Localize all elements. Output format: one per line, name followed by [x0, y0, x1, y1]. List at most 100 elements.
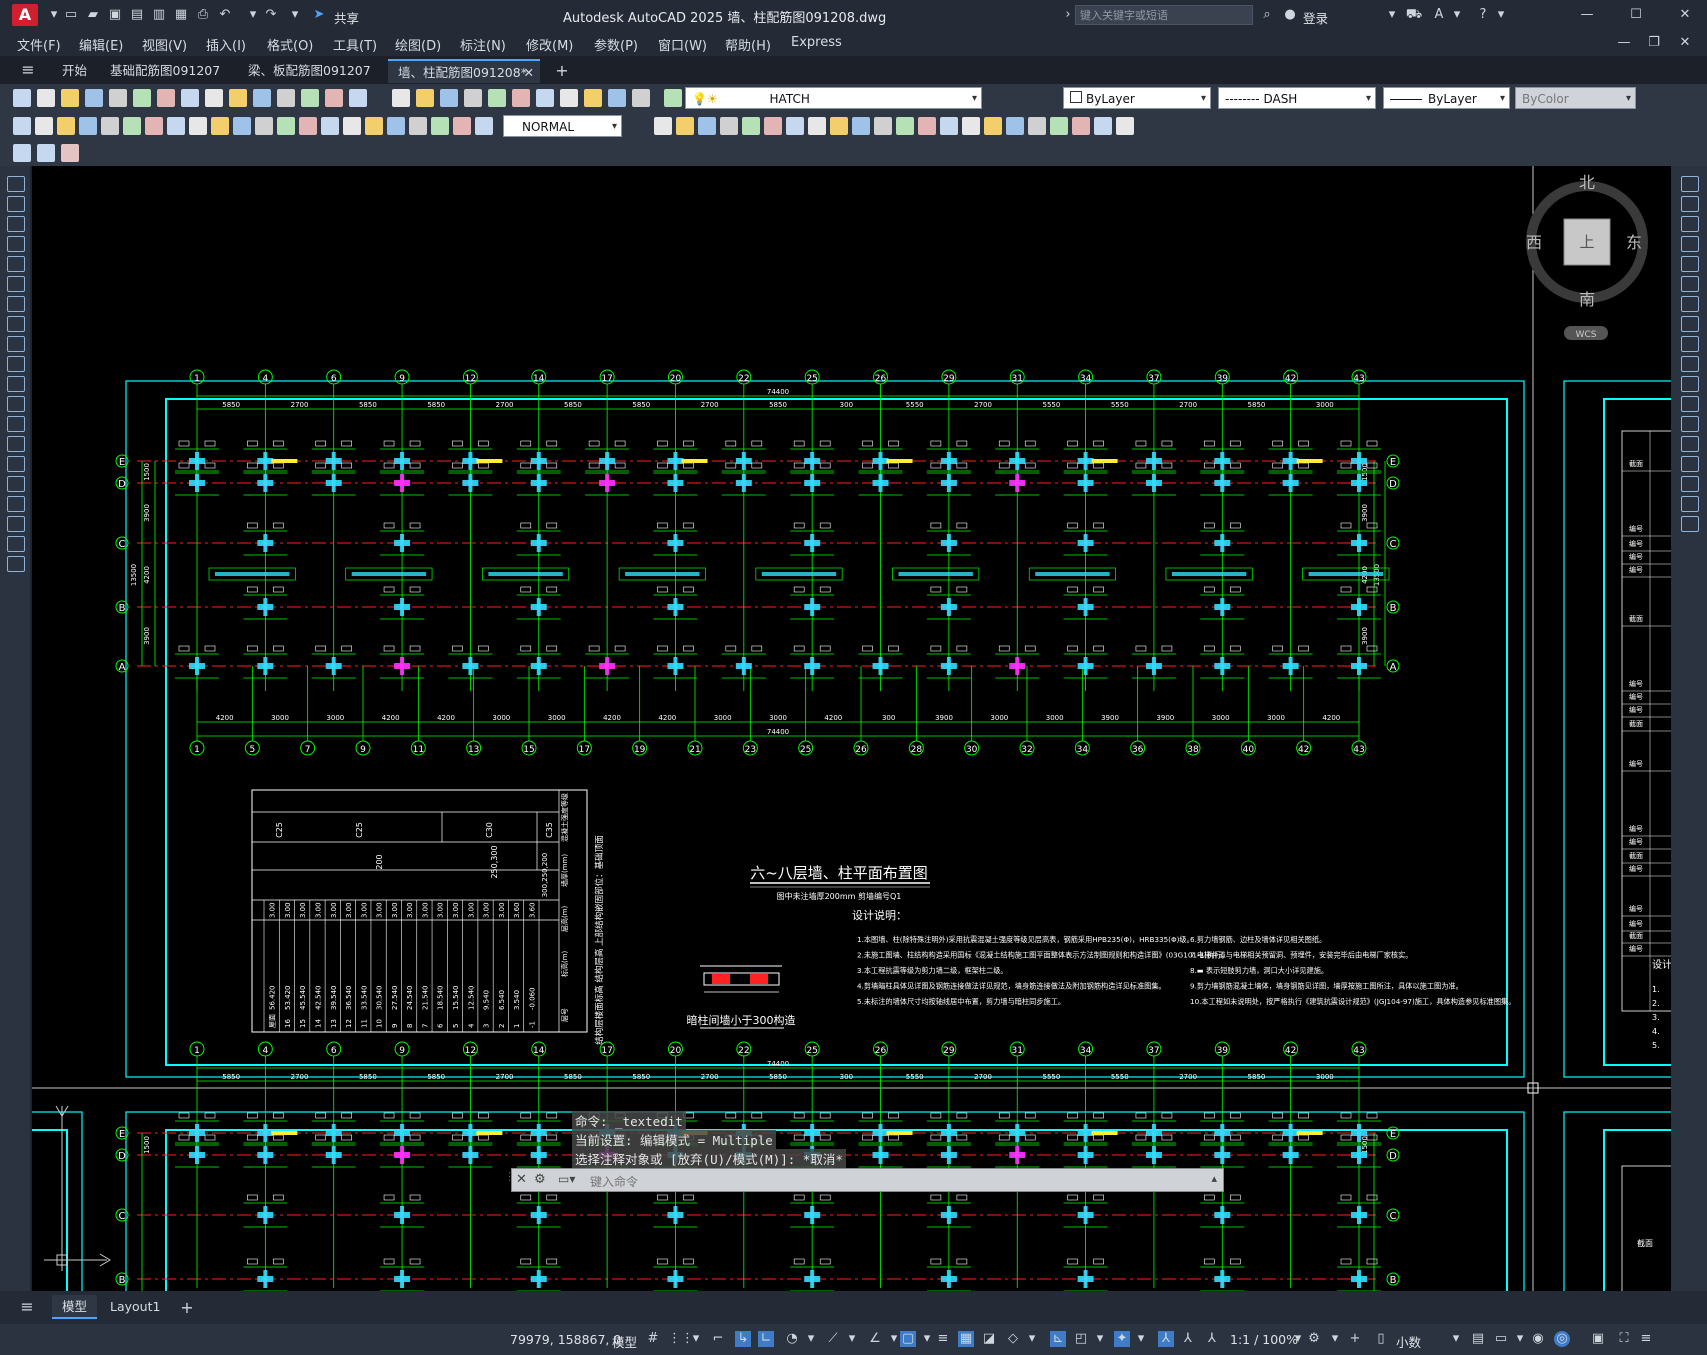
command-input[interactable]: 键入命令 [590, 1173, 638, 1190]
drawing-svg[interactable]: 截面编号编号编号编号截面编号编号编号截面编号编号编号截面编号编号编号截面编号 设… [32, 166, 1671, 1291]
3d-osnap-icon[interactable]: ◇ [1005, 1331, 1021, 1347]
menu-view[interactable]: 视图(V) [142, 35, 187, 54]
dynamic-input-icon[interactable]: ↳ [735, 1331, 751, 1347]
spline-icon[interactable] [7, 336, 25, 352]
tool-icon[interactable] [962, 117, 980, 135]
snap-dropdown-icon[interactable]: ▾ [688, 1331, 704, 1347]
revcloud-icon[interactable] [7, 316, 25, 332]
zoom-icon[interactable] [349, 89, 367, 107]
tool-icon[interactable] [940, 117, 958, 135]
rectangle-icon[interactable] [7, 256, 25, 272]
command-expand-icon[interactable]: ▴ [1211, 1172, 1217, 1185]
new-icon[interactable]: ▭ [62, 6, 80, 24]
publish-icon[interactable] [133, 89, 151, 107]
table-icon[interactable] [61, 144, 79, 162]
menu-express[interactable]: Express [791, 35, 842, 50]
tab-wall-column[interactable]: 墙、柱配筋图091208* ✕ [388, 59, 540, 83]
tab-start[interactable]: 开始 [52, 59, 97, 83]
center-mark-icon[interactable] [321, 117, 339, 135]
cut-icon[interactable] [157, 89, 175, 107]
units-value[interactable]: 小数 [1396, 1332, 1421, 1351]
menu-edit[interactable]: 编辑(E) [79, 35, 123, 54]
search-icon[interactable]: ⌕ [1258, 6, 1276, 24]
image-icon[interactable] [37, 144, 55, 162]
tab-foundation[interactable]: 基础配筋图091207 [100, 59, 230, 83]
angular-icon[interactable] [167, 117, 185, 135]
autodesk-app-icon[interactable]: A [1430, 6, 1448, 24]
zoom-window-icon[interactable] [392, 89, 410, 107]
ellipse-arc-icon[interactable] [7, 376, 25, 392]
arc-dim-icon[interactable] [57, 117, 75, 135]
stretch-icon[interactable] [1681, 336, 1699, 352]
tool-icon[interactable] [676, 117, 694, 135]
markup-icon[interactable] [536, 89, 554, 107]
diameter-icon[interactable] [145, 117, 163, 135]
break-icon[interactable] [1681, 416, 1699, 432]
update-icon[interactable] [431, 117, 449, 135]
tool-icon[interactable] [1072, 117, 1090, 135]
layout-menu-icon[interactable]: ≡ [18, 1298, 36, 1316]
selection-filter-dropdown-icon[interactable]: ▾ [1092, 1331, 1108, 1347]
construction-line-icon[interactable] [7, 196, 25, 212]
tolerance-icon[interactable] [299, 117, 317, 135]
tab-beam-slab[interactable]: 梁、板配筋图091207 [238, 59, 381, 83]
tool-icon[interactable] [874, 117, 892, 135]
dim-style-icon[interactable] [453, 117, 471, 135]
line-icon[interactable] [7, 176, 25, 192]
layer-dropdown[interactable]: 💡☀ HATCH ▾ [685, 87, 982, 109]
units-dropdown-icon[interactable]: ▾ [1448, 1331, 1464, 1347]
region-icon[interactable] [7, 496, 25, 512]
isolate-icon[interactable]: ◉ [1530, 1331, 1546, 1347]
fullscreen-icon[interactable]: ⛶ [1616, 1331, 1632, 1347]
blend-icon[interactable] [1681, 496, 1699, 512]
tab-model[interactable]: 模型 [52, 1295, 98, 1319]
menu-parametric[interactable]: 参数(P) [594, 35, 638, 54]
minimize-icon[interactable]: — [1578, 6, 1596, 24]
3d-osnap-dropdown-icon[interactable]: ▾ [1024, 1331, 1040, 1347]
menu-window[interactable]: 窗口(W) [658, 35, 707, 54]
scale-dropdown-icon[interactable]: ▾ [1290, 1331, 1306, 1347]
erase-icon[interactable] [1681, 176, 1699, 192]
customize-icon[interactable]: ▾ [286, 6, 304, 24]
undo-icon[interactable]: ↶ [216, 6, 234, 24]
save-icon[interactable]: ▣ [106, 6, 124, 24]
edit-icon[interactable] [13, 144, 31, 162]
add-selected-icon[interactable] [7, 556, 25, 572]
menu-format[interactable]: 格式(O) [267, 35, 313, 54]
block-icon[interactable] [253, 89, 271, 107]
hamburger-menu-icon[interactable]: ≡ [19, 61, 37, 79]
explode-icon[interactable] [1681, 516, 1699, 532]
help-icon[interactable] [584, 89, 602, 107]
maximize-icon[interactable]: ☐ [1627, 6, 1645, 24]
plot-icon[interactable] [85, 89, 103, 107]
inspect-icon[interactable] [343, 117, 361, 135]
saveas-icon[interactable]: ▤ [128, 6, 146, 24]
login-dropdown-icon[interactable]: ▾ [1383, 6, 1401, 24]
auto-scale-icon[interactable]: ⅄ [1180, 1331, 1196, 1347]
tool-icon[interactable] [1094, 117, 1112, 135]
fillet-icon[interactable] [1681, 476, 1699, 492]
tab-close-icon[interactable]: ✕ [524, 61, 534, 85]
join-icon[interactable] [1681, 436, 1699, 452]
paste-icon[interactable] [205, 89, 223, 107]
layer-states-icon[interactable] [632, 89, 650, 107]
annotation-scale-value[interactable]: 1:1 / 100% [1230, 1332, 1298, 1347]
compass-east[interactable]: 东 [1626, 233, 1642, 252]
command-grip-icon[interactable]: ⋮ [504, 1170, 515, 1183]
pan-icon[interactable] [325, 89, 343, 107]
sheet-set-icon[interactable] [512, 89, 530, 107]
customize-statusbar-icon[interactable]: ≡ [1638, 1331, 1654, 1347]
command-prompt-icon[interactable]: ▭▾ [558, 1172, 575, 1186]
gizmo-dropdown-icon[interactable]: ▾ [1133, 1331, 1149, 1347]
baseline-icon[interactable] [211, 117, 229, 135]
menu-file[interactable]: 文件(F) [17, 35, 61, 54]
dim-text-edit-icon[interactable] [409, 117, 427, 135]
model-space-toggle[interactable]: 模型 [612, 1332, 637, 1351]
otrack-icon[interactable]: ∠ [867, 1331, 883, 1347]
isodraft-icon[interactable]: ⟋ [825, 1331, 841, 1347]
make-block-icon[interactable] [7, 416, 25, 432]
menu-dimension[interactable]: 标注(N) [460, 35, 506, 54]
cart-icon[interactable]: ⛟ [1405, 6, 1423, 24]
transparency-icon[interactable]: ▦ [958, 1331, 974, 1347]
linetype-dropdown[interactable]: -------- DASH ▾ [1218, 87, 1376, 109]
